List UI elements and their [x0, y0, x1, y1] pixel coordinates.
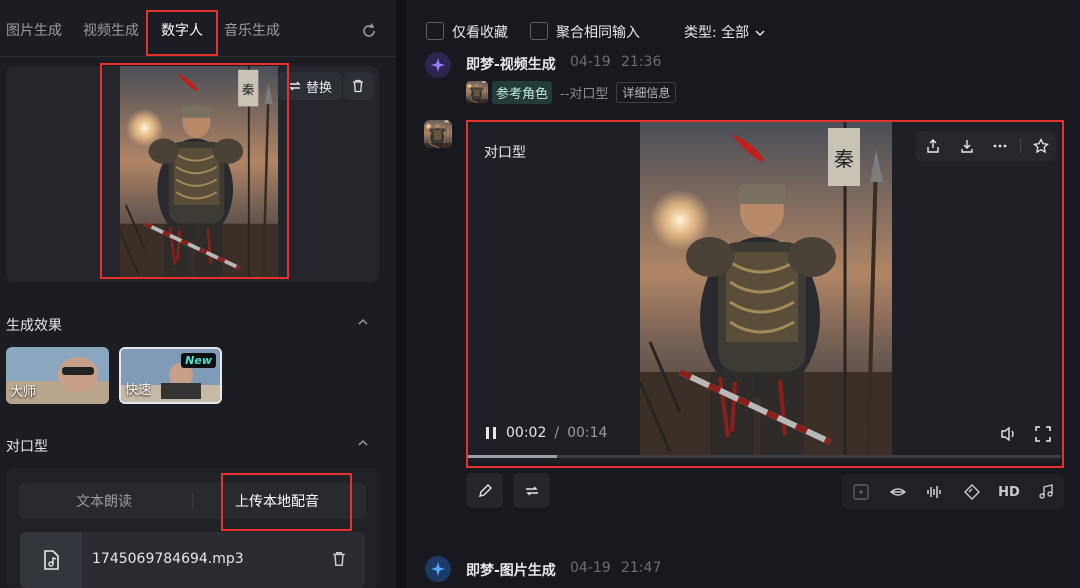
video-tools-bar: HD	[842, 474, 1064, 509]
progress-fill	[468, 455, 557, 458]
more-icon[interactable]	[992, 138, 1008, 154]
regenerate-icon	[525, 486, 538, 495]
dreamina-avatar	[425, 556, 451, 582]
replace-button[interactable]: 替换	[278, 72, 342, 100]
results-panel: 仅看收藏 聚合相同输入 类型: 全部 即梦-视频生成 04-19 21:36 参…	[406, 0, 1080, 588]
lipsync-section-title: 对口型	[6, 439, 48, 455]
generation-tabs: 图片生成 视频生成 数字人 音乐生成	[0, 0, 396, 57]
reference-chip: 参考角色 --对口型 详细信息	[466, 80, 677, 104]
current-time: 00:02	[506, 425, 547, 441]
left-panel: 图片生成 视频生成 数字人 音乐生成 替换 生成效果 大师 快速 New 对口型…	[0, 0, 396, 588]
tab-video-generation[interactable]: 视频生成	[83, 20, 139, 40]
swap-icon	[289, 81, 301, 91]
pause-icon[interactable]	[484, 426, 498, 440]
tab-music-generation[interactable]: 音乐生成	[224, 20, 280, 40]
video-type-label: 对口型	[484, 145, 526, 161]
refresh-icon[interactable]	[360, 22, 378, 40]
chevron-up-icon[interactable]	[356, 436, 370, 450]
audio-file-icon	[44, 550, 59, 570]
effect-fast[interactable]: 快速 New	[119, 347, 222, 404]
share-icon[interactable]	[925, 138, 941, 154]
message-date: 04-19	[570, 560, 611, 576]
video-toolbar	[916, 131, 1056, 161]
tab-digital-human[interactable]: 数字人	[161, 20, 203, 40]
frame-icon[interactable]	[852, 483, 870, 501]
playback-controls: 00:02 / 00:14	[484, 425, 607, 441]
reference-thumb	[466, 81, 488, 103]
favorites-checkbox[interactable]	[426, 22, 444, 40]
tab-image-generation[interactable]: 图片生成	[6, 20, 62, 40]
audio-file-name: 1745069784694.mp3	[92, 551, 244, 567]
type-filter-label: 类型: 全部	[684, 25, 750, 41]
time-separator: /	[554, 425, 560, 441]
panel-divider	[396, 0, 406, 588]
merge-checkbox[interactable]	[530, 22, 548, 40]
duration: 00:14	[567, 425, 608, 441]
pencil-icon	[478, 483, 492, 497]
chevron-down-icon	[755, 30, 765, 37]
lips-icon[interactable]	[889, 483, 907, 501]
replace-label: 替换	[305, 80, 332, 96]
mode-segmented-control: 文本朗读 上传本地配音	[19, 483, 366, 519]
toolbar-divider	[1020, 139, 1021, 153]
favorites-label[interactable]: 仅看收藏	[452, 22, 508, 42]
message-time: 21:47	[621, 560, 662, 576]
new-badge: New	[181, 353, 216, 368]
message-source: 即梦-图片生成	[466, 563, 556, 579]
video-player[interactable]: 对口型 00:02 / 00:14	[468, 122, 1061, 463]
effect-master-label: 大师	[10, 385, 37, 400]
message-date: 04-19	[570, 54, 611, 70]
trash-icon	[353, 79, 363, 93]
waveform-icon[interactable]	[925, 483, 943, 501]
effect-fast-label: 快速	[125, 383, 152, 398]
message-source: 即梦-视频生成	[466, 57, 556, 73]
avatar	[424, 120, 452, 148]
diamond-icon[interactable]	[963, 483, 981, 501]
download-icon[interactable]	[959, 138, 975, 154]
reference-image-card: 替换	[6, 66, 379, 282]
hd-button[interactable]: HD	[998, 483, 1020, 501]
chevron-up-icon[interactable]	[356, 315, 370, 329]
audio-file-icon-box	[20, 532, 82, 588]
audio-file-row: 1745069784694.mp3	[20, 532, 365, 588]
delete-image-button[interactable]	[343, 72, 373, 100]
mode-upload-audio[interactable]: 上传本地配音	[235, 491, 319, 511]
dreamina-avatar	[425, 52, 451, 78]
reference-type: --对口型	[560, 86, 609, 102]
sparkle-icon	[431, 562, 445, 576]
details-button[interactable]: 详细信息	[616, 81, 677, 103]
lipsync-panel: 文本朗读 上传本地配音 1745069784694.mp3	[6, 468, 379, 588]
reference-image	[120, 66, 278, 278]
mode-text-reading[interactable]: 文本朗读	[76, 491, 132, 511]
star-icon[interactable]	[1033, 138, 1049, 154]
video-frame	[640, 122, 892, 458]
merge-label[interactable]: 聚合相同输入	[556, 22, 640, 42]
reference-role-label[interactable]: 参考角色	[492, 80, 553, 104]
volume-icon[interactable]	[1000, 426, 1018, 442]
segment-divider	[192, 493, 193, 509]
regenerate-button[interactable]	[513, 473, 550, 508]
effect-master[interactable]: 大师	[6, 347, 109, 404]
edit-button[interactable]	[466, 473, 503, 508]
message-time: 21:36	[621, 54, 662, 70]
progress-bar[interactable]	[468, 455, 1061, 458]
type-filter-dropdown[interactable]: 类型: 全部	[684, 22, 766, 42]
sparkle-icon	[431, 58, 445, 72]
fullscreen-icon[interactable]	[1035, 426, 1051, 442]
music-icon[interactable]	[1037, 483, 1055, 501]
trash-icon[interactable]	[331, 551, 347, 567]
effect-section-title: 生成效果	[6, 318, 62, 334]
